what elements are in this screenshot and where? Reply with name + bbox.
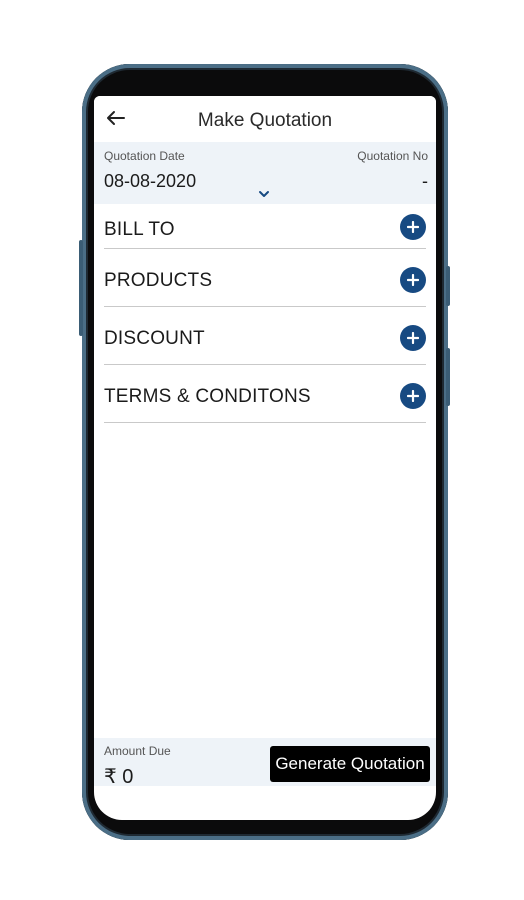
phone-side-button — [446, 348, 450, 406]
page-title: Make Quotation — [197, 110, 333, 131]
section-discount[interactable]: DISCOUNT — [104, 306, 426, 365]
amount-footer: Amount Due ₹ 0 Generate Quotation — [94, 738, 436, 788]
quotation-number-value: - — [422, 171, 428, 191]
amount-due-value: ₹ 0 — [104, 766, 134, 788]
generate-quotation-button[interactable]: Generate Quotation — [270, 746, 430, 782]
section-label: DISCOUNT — [104, 328, 205, 349]
amount-due-label: Amount Due — [104, 744, 171, 758]
quotation-info-panel: Quotation Date 08-08-2020 Quotation No - — [94, 142, 436, 204]
phone-side-button — [79, 240, 83, 336]
phone-side-button — [446, 266, 450, 306]
section-products[interactable]: PRODUCTS — [104, 248, 426, 307]
section-terms-conditions[interactable]: TERMS & CONDITONS — [104, 364, 426, 423]
quotation-number-label: Quotation No — [357, 149, 428, 163]
quotation-date-value[interactable]: 08-08-2020 — [104, 171, 196, 192]
section-label: PRODUCTS — [104, 270, 213, 291]
plus-circle-icon[interactable] — [400, 325, 426, 351]
section-label: TERMS & CONDITONS — [104, 386, 311, 407]
quotation-date-label: Quotation Date — [104, 149, 185, 163]
plus-circle-icon[interactable] — [400, 214, 426, 240]
app-bar: Make Quotation — [94, 96, 436, 142]
plus-circle-icon[interactable] — [400, 383, 426, 409]
app-screen: Make Quotation Quotation Date 08-08-2020… — [94, 96, 436, 820]
plus-circle-icon[interactable] — [400, 267, 426, 293]
section-bill-to[interactable]: BILL TO — [104, 204, 426, 249]
chevron-down-icon[interactable] — [257, 186, 271, 197]
section-label: BILL TO — [104, 219, 175, 240]
